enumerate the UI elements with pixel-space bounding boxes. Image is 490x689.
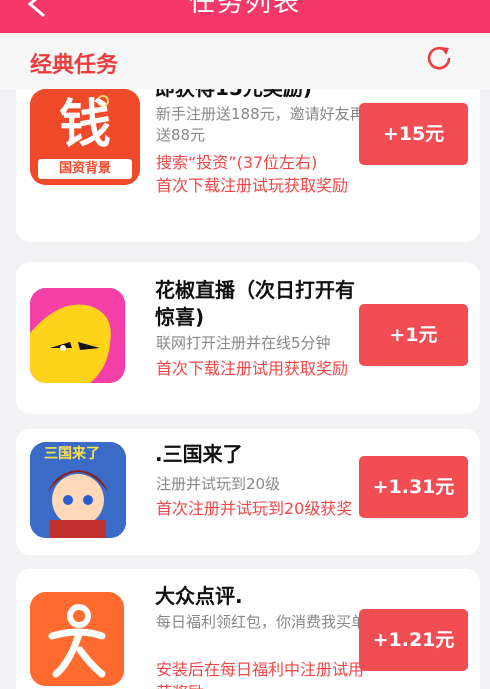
task-card[interactable]: 大众点评. 每日福利领红包，你消费我买单 安装后在每日福利中注册试用获奖励 +1… <box>16 569 480 689</box>
task-list: 钱 国资背景 即获得15元奖励) 新手注册送188元，邀请好友再送88元 搜索“… <box>0 89 490 689</box>
task-requirement: 安装后在每日福利中注册试用获奖励 <box>156 660 365 689</box>
reward-button[interactable]: +1元 <box>359 304 468 366</box>
reward-button[interactable]: +15元 <box>359 103 468 165</box>
huajiao-app-icon <box>30 288 125 383</box>
task-description: 联网打开注册并在线5分钟 <box>156 334 331 352</box>
task-description: 每日福利领红包，你消费我买单 <box>156 613 367 631</box>
sanguo-icon-logo-text: 三国来了 <box>44 446 100 462</box>
top-bar: 任务列表 <box>0 0 490 33</box>
qian-icon-character: 钱 <box>58 95 111 155</box>
task-name: 即获得15元奖励) <box>155 89 370 102</box>
task-card[interactable]: 钱 国资背景 即获得15元奖励) 新手注册送188元，邀请好友再送88元 搜索“… <box>16 89 480 242</box>
task-requirement: 首次下载注册试玩获取奖励 <box>156 176 349 195</box>
reward-button[interactable]: +1.21元 <box>359 609 468 671</box>
sanguo-app-icon: 三国来了 <box>30 442 126 538</box>
qian-app-icon: 钱 国资背景 <box>30 89 140 185</box>
task-requirement: 搜索“投资”(37位左右) <box>156 153 318 172</box>
qian-icon-badge: 国资背景 <box>58 161 111 176</box>
task-description: 注册并试玩到20级 <box>156 475 281 493</box>
section-header: 经典任务 <box>0 33 490 89</box>
page-title: 任务列表 <box>188 0 301 18</box>
task-requirement: 首次下载注册试用获取奖励 <box>156 359 349 378</box>
task-description: 新手注册送188元，邀请好友再送88元 <box>156 105 365 144</box>
task-name: 花椒直播（次日打开有惊喜) <box>155 278 355 329</box>
task-name: 大众点评. <box>155 584 243 608</box>
task-card[interactable]: 花椒直播（次日打开有惊喜) 联网打开注册并在线5分钟 首次下载注册试用获取奖励 … <box>16 262 480 414</box>
task-card[interactable]: 三国来了 .三国来了 注册并试玩到20级 首次注册并试玩到20级获奖 +1.31… <box>16 429 480 555</box>
dianping-app-icon <box>30 592 124 686</box>
task-requirement: 首次注册并试玩到20级获奖 <box>156 499 353 518</box>
task-name: .三国来了 <box>155 442 243 466</box>
refresh-icon[interactable] <box>424 44 454 74</box>
section-title: 经典任务 <box>30 53 119 78</box>
reward-button[interactable]: +1.31元 <box>359 456 468 518</box>
